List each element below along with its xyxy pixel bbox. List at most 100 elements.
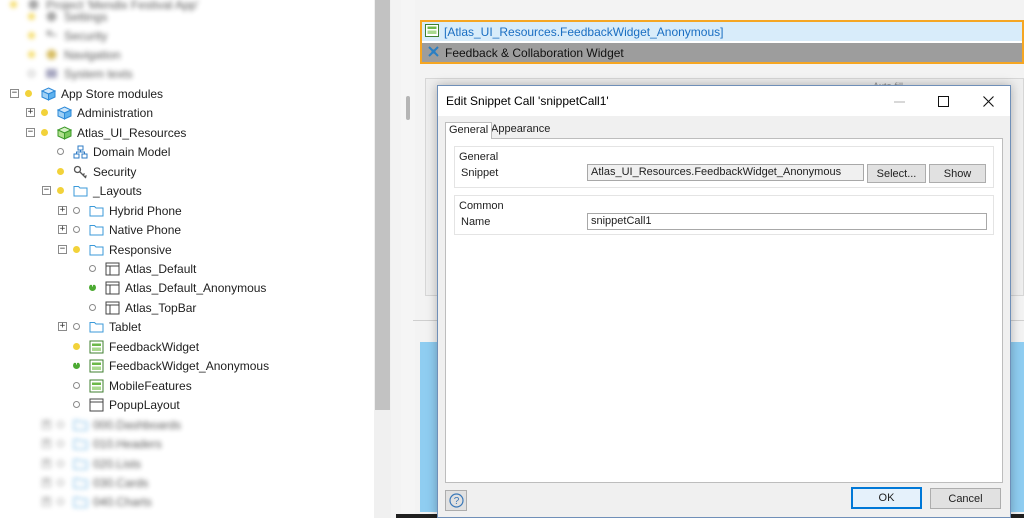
folder-icon (89, 243, 104, 257)
tree-item-label: Native Phone (109, 222, 182, 237)
expand-icon[interactable]: + (58, 225, 67, 234)
expand-icon[interactable]: + (26, 108, 35, 117)
layout-icon (105, 301, 120, 315)
expand-icon[interactable]: + (58, 322, 67, 331)
tree-item-label: 040.Charts (93, 494, 152, 509)
status-dot (28, 70, 35, 77)
folder-icon (73, 476, 88, 490)
widget-row[interactable]: Feedback & Collaboration Widget (422, 43, 1022, 62)
tree-item-responsive[interactable]: − Responsive (58, 240, 172, 259)
status-dot (73, 323, 80, 330)
select-button[interactable]: Select... (867, 164, 926, 183)
help-button[interactable]: ? (445, 490, 467, 511)
screen: Project 'Mendix Festival App' Settings S… (0, 0, 1024, 518)
editor-scrollbar-thumb[interactable] (406, 96, 410, 120)
tab-general[interactable]: General (445, 122, 493, 139)
tree-item-label: App Store modules (61, 86, 164, 101)
tree-item-hybrid-phone[interactable]: + Hybrid Phone (58, 201, 182, 220)
tree-item-blurred[interactable]: + 040.Charts (42, 492, 152, 511)
tree-item-atlas-ui-resources[interactable]: − Atlas_UI_Resources (26, 123, 186, 142)
domain-model-icon (73, 145, 88, 159)
tree-item-app-store-modules[interactable]: − App Store modules (10, 84, 163, 103)
status-dot (10, 1, 17, 8)
name-input[interactable]: snippetCall1 (587, 213, 987, 230)
tree-item-label: MobileFeatures (109, 378, 192, 393)
tree-item-atlas-default-anonymous[interactable]: Atlas_Default_Anonymous (74, 278, 266, 297)
text-icon (44, 67, 59, 81)
maximize-icon (937, 95, 949, 107)
gear-icon (44, 10, 59, 24)
status-dot (73, 207, 80, 214)
tree-item-native-phone[interactable]: + Native Phone (58, 220, 181, 239)
tree-scrollbar[interactable] (374, 0, 391, 518)
tree-item-blurred[interactable]: + 020.Lists (42, 454, 141, 473)
tab-appearance[interactable]: Appearance (488, 122, 553, 138)
status-dot (57, 187, 64, 194)
snippet-call-selection[interactable]: [Atlas_UI_Resources.FeedbackWidget_Anony… (420, 20, 1024, 64)
name-label: Name (461, 216, 491, 228)
status-dot (28, 32, 35, 39)
editor-scrollbar[interactable] (401, 0, 415, 518)
status-dot (28, 51, 35, 58)
key-icon (73, 165, 88, 179)
cancel-button[interactable]: Cancel (930, 488, 1001, 509)
expand-icon[interactable]: + (58, 206, 67, 215)
collapse-icon[interactable]: − (10, 89, 19, 98)
snippet-icon (89, 359, 104, 373)
tree-item-security[interactable]: Security (42, 162, 136, 181)
edit-snippet-call-dialog: Edit Snippet Call 'snippetCall1' General… (437, 85, 1011, 518)
expand-icon: + (42, 496, 51, 506)
tree-item-label: Domain Model (93, 144, 171, 159)
tree-item-feedback-widget[interactable]: FeedbackWidget (58, 337, 199, 356)
tree-item-navigation[interactable]: Navigation (28, 45, 121, 64)
close-button[interactable] (966, 86, 1010, 116)
status-dot (57, 479, 64, 486)
group-title: Common (459, 200, 504, 212)
tree-item-security-top[interactable]: Security (28, 26, 107, 45)
tree-item-atlas-default[interactable]: Atlas_Default (74, 259, 196, 278)
snippet-reference-text: [Atlas_UI_Resources.FeedbackWidget_Anony… (444, 24, 724, 39)
tree-item-feedback-widget-anonymous[interactable]: FeedbackWidget_Anonymous (58, 356, 269, 375)
snippet-field[interactable]: Atlas_UI_Resources.FeedbackWidget_Anonym… (587, 164, 864, 181)
collapse-icon[interactable]: − (58, 245, 67, 254)
module-cube-green-icon (57, 125, 72, 140)
widget-name: Feedback & Collaboration Widget (445, 45, 624, 60)
tree-item-label: 000.Dashboards (93, 417, 182, 432)
tree-scrollbar-thumb[interactable] (375, 0, 390, 410)
tab-panel-general: General Snippet Atlas_UI_Resources.Feedb… (445, 138, 1003, 483)
tree-item-label: Tablet (109, 319, 142, 334)
snippet-reference-row[interactable]: [Atlas_UI_Resources.FeedbackWidget_Anony… (422, 22, 1022, 41)
folder-icon (89, 223, 104, 237)
collapse-icon[interactable]: − (26, 128, 35, 137)
expand-icon: + (42, 419, 51, 429)
module-cube-icon (41, 86, 56, 101)
tree-item-system-texts[interactable]: System texts (28, 64, 133, 83)
tree-item-administration[interactable]: + Administration (26, 103, 153, 122)
show-button[interactable]: Show (929, 164, 986, 183)
status-dot (73, 401, 80, 408)
tree-item-tablet[interactable]: + Tablet (58, 317, 141, 336)
snippet-label: Snippet (461, 167, 499, 179)
close-icon (982, 95, 994, 107)
tree-item-label: PopupLayout (109, 397, 180, 412)
ok-button[interactable]: OK (851, 487, 922, 509)
dialog-title-bar[interactable]: Edit Snippet Call 'snippetCall1' (438, 86, 1010, 116)
tree-item-atlas-topbar[interactable]: Atlas_TopBar (74, 298, 196, 317)
maximize-button[interactable] (921, 86, 965, 116)
minimize-button[interactable] (877, 86, 921, 116)
tree-item-label: 030.Cards (93, 475, 149, 490)
tree-item-layouts[interactable]: − _Layouts (42, 181, 142, 200)
tree-item-domain-model[interactable]: Domain Model (42, 142, 170, 161)
help-icon: ? (448, 493, 464, 508)
tree-item-label: Security (93, 164, 137, 179)
status-dot (73, 343, 80, 350)
tree-item-blurred[interactable]: + 010.Headers (42, 434, 162, 453)
tree-item-label: Responsive (109, 242, 172, 257)
collapse-icon[interactable]: − (42, 186, 51, 195)
tree-item-mobile-features[interactable]: MobileFeatures (58, 376, 192, 395)
tree-item-settings[interactable]: Settings (28, 7, 107, 26)
tree-item-blurred[interactable]: + 030.Cards (42, 473, 148, 492)
tree-item-popup-layout[interactable]: PopupLayout (58, 395, 180, 414)
status-dot (25, 90, 32, 97)
tree-item-blurred[interactable]: + 000.Dashboards (42, 415, 181, 434)
